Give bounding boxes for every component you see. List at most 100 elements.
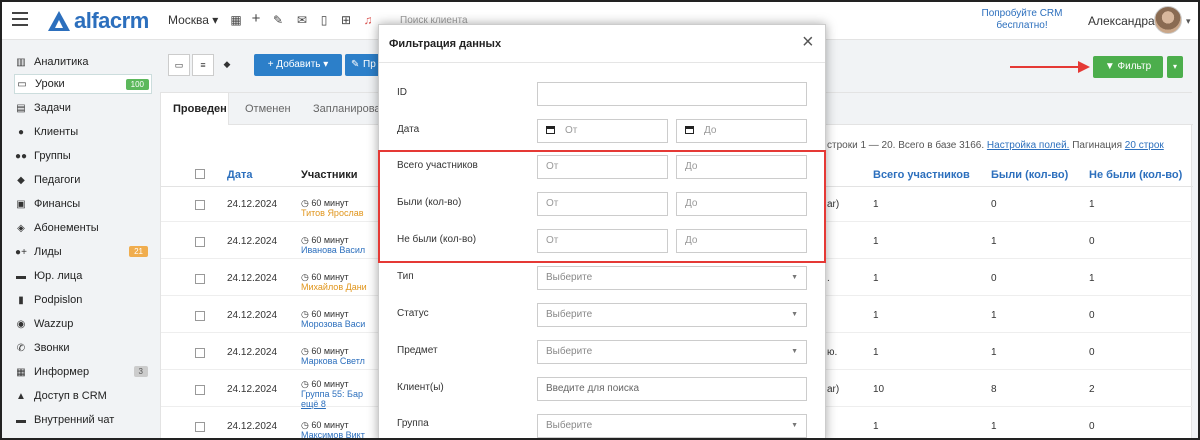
user-name[interactable]: Александра <box>1088 14 1155 28</box>
subject-select[interactable]: Выберите ▼ <box>537 340 807 364</box>
view-list-button[interactable]: ≡ <box>192 54 214 76</box>
view-graduation-button[interactable]: ◆ <box>216 54 238 76</box>
row-absent: 0 <box>1089 310 1095 321</box>
id-input[interactable] <box>537 82 807 106</box>
date-label: Дата <box>397 124 420 135</box>
tab-held[interactable]: Проведен <box>173 103 227 115</box>
bell-icon[interactable]: ♫ <box>360 13 376 27</box>
row-suffix: ar) <box>827 199 840 210</box>
select-all-checkbox[interactable] <box>195 169 205 179</box>
row-checkbox[interactable] <box>195 311 205 321</box>
filter-button[interactable]: ▼ Фильтр <box>1093 56 1163 78</box>
pagination-size-link[interactable]: 20 строк <box>1125 140 1164 151</box>
city-selector[interactable]: Москва ▾ <box>168 13 218 27</box>
col-absent[interactable]: Не были (кол-во) <box>1089 169 1182 181</box>
sidebar-item-leads[interactable]: ●+ Лиды 21 <box>14 242 152 262</box>
row-date: 24.12.2024 <box>227 347 278 358</box>
row-checkbox[interactable] <box>195 385 205 395</box>
row-checkbox[interactable] <box>195 237 205 247</box>
sidebar-item-tasks[interactable]: ▤ Задачи <box>14 98 152 118</box>
row-participants: ◷ 60 минут Максимов Викт <box>301 420 365 438</box>
type-label: Тип <box>397 271 414 282</box>
mobile-icon[interactable]: ▯ <box>316 13 332 27</box>
sidebar-item-label: Юр. лица <box>34 270 83 282</box>
rows-count-text: строки 1 — 20. Всего в базе 3166. <box>827 140 985 151</box>
sidebar-item-lessons[interactable]: ▭ Уроки 100 <box>14 74 152 94</box>
row-total: 1 <box>873 310 879 321</box>
sidebar-item-analytics[interactable]: ▥ Аналитика <box>14 52 152 72</box>
sidebar-item-subscriptions[interactable]: ◈ Абонементы <box>14 218 152 238</box>
row-present: 0 <box>991 199 997 210</box>
plus-icon[interactable]: + <box>248 10 264 27</box>
row-participant-name[interactable]: Михайлов Дани <box>301 282 367 292</box>
edit-button-label: Пр <box>363 59 376 70</box>
sidebar-item-clients[interactable]: ● Клиенты <box>14 122 152 142</box>
row-checkbox[interactable] <box>195 200 205 210</box>
calendar-icon <box>546 126 555 135</box>
briefcase-icon: ▬ <box>16 270 26 282</box>
phone-icon: ✆ <box>16 342 26 354</box>
row-present: 8 <box>991 384 997 395</box>
chevron-down-icon[interactable]: ▾ <box>1186 16 1191 27</box>
highlight-box <box>378 150 826 263</box>
col-date[interactable]: Дата <box>227 169 252 181</box>
calendar-icon: ▦ <box>230 13 242 27</box>
subject-label: Предмет <box>397 345 438 356</box>
leads-count-badge: 21 <box>129 246 148 257</box>
clients-label: Клиент(ы) <box>397 382 444 393</box>
sidebar-item-teachers[interactable]: ◆ Педагоги <box>14 170 152 190</box>
row-checkbox[interactable] <box>195 274 205 284</box>
filter-dropdown-button[interactable]: ▾ <box>1167 56 1183 78</box>
sidebar-item-calls[interactable]: ✆ Звонки <box>14 338 152 358</box>
type-select[interactable]: Выберите ▼ <box>537 266 807 290</box>
row-participant-name[interactable]: Максимов Викт <box>301 430 365 438</box>
sidebar-item-finance[interactable]: ▣ Финансы <box>14 194 152 214</box>
tab-cancelled[interactable]: Отменен <box>245 103 291 115</box>
sidebar-item-wazzup[interactable]: ◉ Wazzup <box>14 314 152 334</box>
row-participant-name[interactable]: Группа 55: Бар <box>301 389 363 399</box>
date-from-input[interactable]: От <box>537 119 668 143</box>
row-participant-name[interactable]: Маркова Светл <box>301 356 365 366</box>
row-checkbox[interactable] <box>195 422 205 432</box>
row-checkbox[interactable] <box>195 348 205 358</box>
wrench-icon[interactable]: ✎ <box>270 13 286 27</box>
sidebar-item-podpislon[interactable]: ▮ Podpislon <box>14 290 152 310</box>
row-date: 24.12.2024 <box>227 384 278 395</box>
field-settings-link[interactable]: Настройка полей. <box>987 140 1070 151</box>
col-present[interactable]: Были (кол-во) <box>991 169 1068 181</box>
view-card-button[interactable]: ▭ <box>168 54 190 76</box>
row-more-link[interactable]: ещё 8 <box>301 399 363 409</box>
sidebar-item-groups[interactable]: ●● Группы <box>14 146 152 166</box>
row-participants: ◷ 60 минут Иванова Васил <box>301 235 365 255</box>
row-participant-name[interactable]: Иванова Васил <box>301 245 365 255</box>
cart-icon[interactable]: ⊞ <box>338 13 354 27</box>
sidebar-item-crm-access[interactable]: ▲ Доступ в CRM <box>14 386 152 406</box>
finance-icon: ▣ <box>16 198 26 210</box>
row-participant-name[interactable]: Морозова Васи <box>301 319 365 329</box>
row-participant-name[interactable]: Титов Ярослав <box>301 208 364 218</box>
row-participants: ◷ 60 минут Титов Ярослав <box>301 198 364 218</box>
sidebar-item-informer[interactable]: ▦ Информер 3 <box>14 362 152 382</box>
avatar[interactable] <box>1154 6 1182 34</box>
col-total[interactable]: Всего участников <box>873 169 970 181</box>
sidebar-item-label: Финансы <box>34 198 81 210</box>
add-button[interactable]: + Добавить ▾ <box>254 54 342 76</box>
logo[interactable]: alfacrm <box>48 8 149 34</box>
status-select[interactable]: Выберите ▼ <box>537 303 807 327</box>
tab-planned[interactable]: Запланирован <box>313 103 387 115</box>
row-absent: 0 <box>1089 421 1095 432</box>
sidebar-item-legal[interactable]: ▬ Юр. лица <box>14 266 152 286</box>
date-to-input[interactable]: До <box>676 119 807 143</box>
sidebar-item-label: Podpislon <box>34 294 83 306</box>
clients-search-input[interactable]: Введите для поиска <box>537 377 807 401</box>
row-present: 1 <box>991 236 997 247</box>
promo-link[interactable]: Попробуйте CRM бесплатно! <box>970 8 1074 32</box>
whatsapp-icon: ◉ <box>16 318 26 330</box>
tasks-icon: ▤ <box>16 102 26 114</box>
close-icon[interactable]: × <box>802 32 814 52</box>
sidebar-item-internal-chat[interactable]: ▬ Внутренний чат <box>14 410 152 430</box>
mail-icon[interactable]: ✉ <box>294 13 310 27</box>
pagination-info: строки 1 — 20. Всего в базе 3166. Настро… <box>827 140 1164 151</box>
menu-icon[interactable] <box>12 12 28 26</box>
group-select[interactable]: Выберите ▼ <box>537 414 807 438</box>
